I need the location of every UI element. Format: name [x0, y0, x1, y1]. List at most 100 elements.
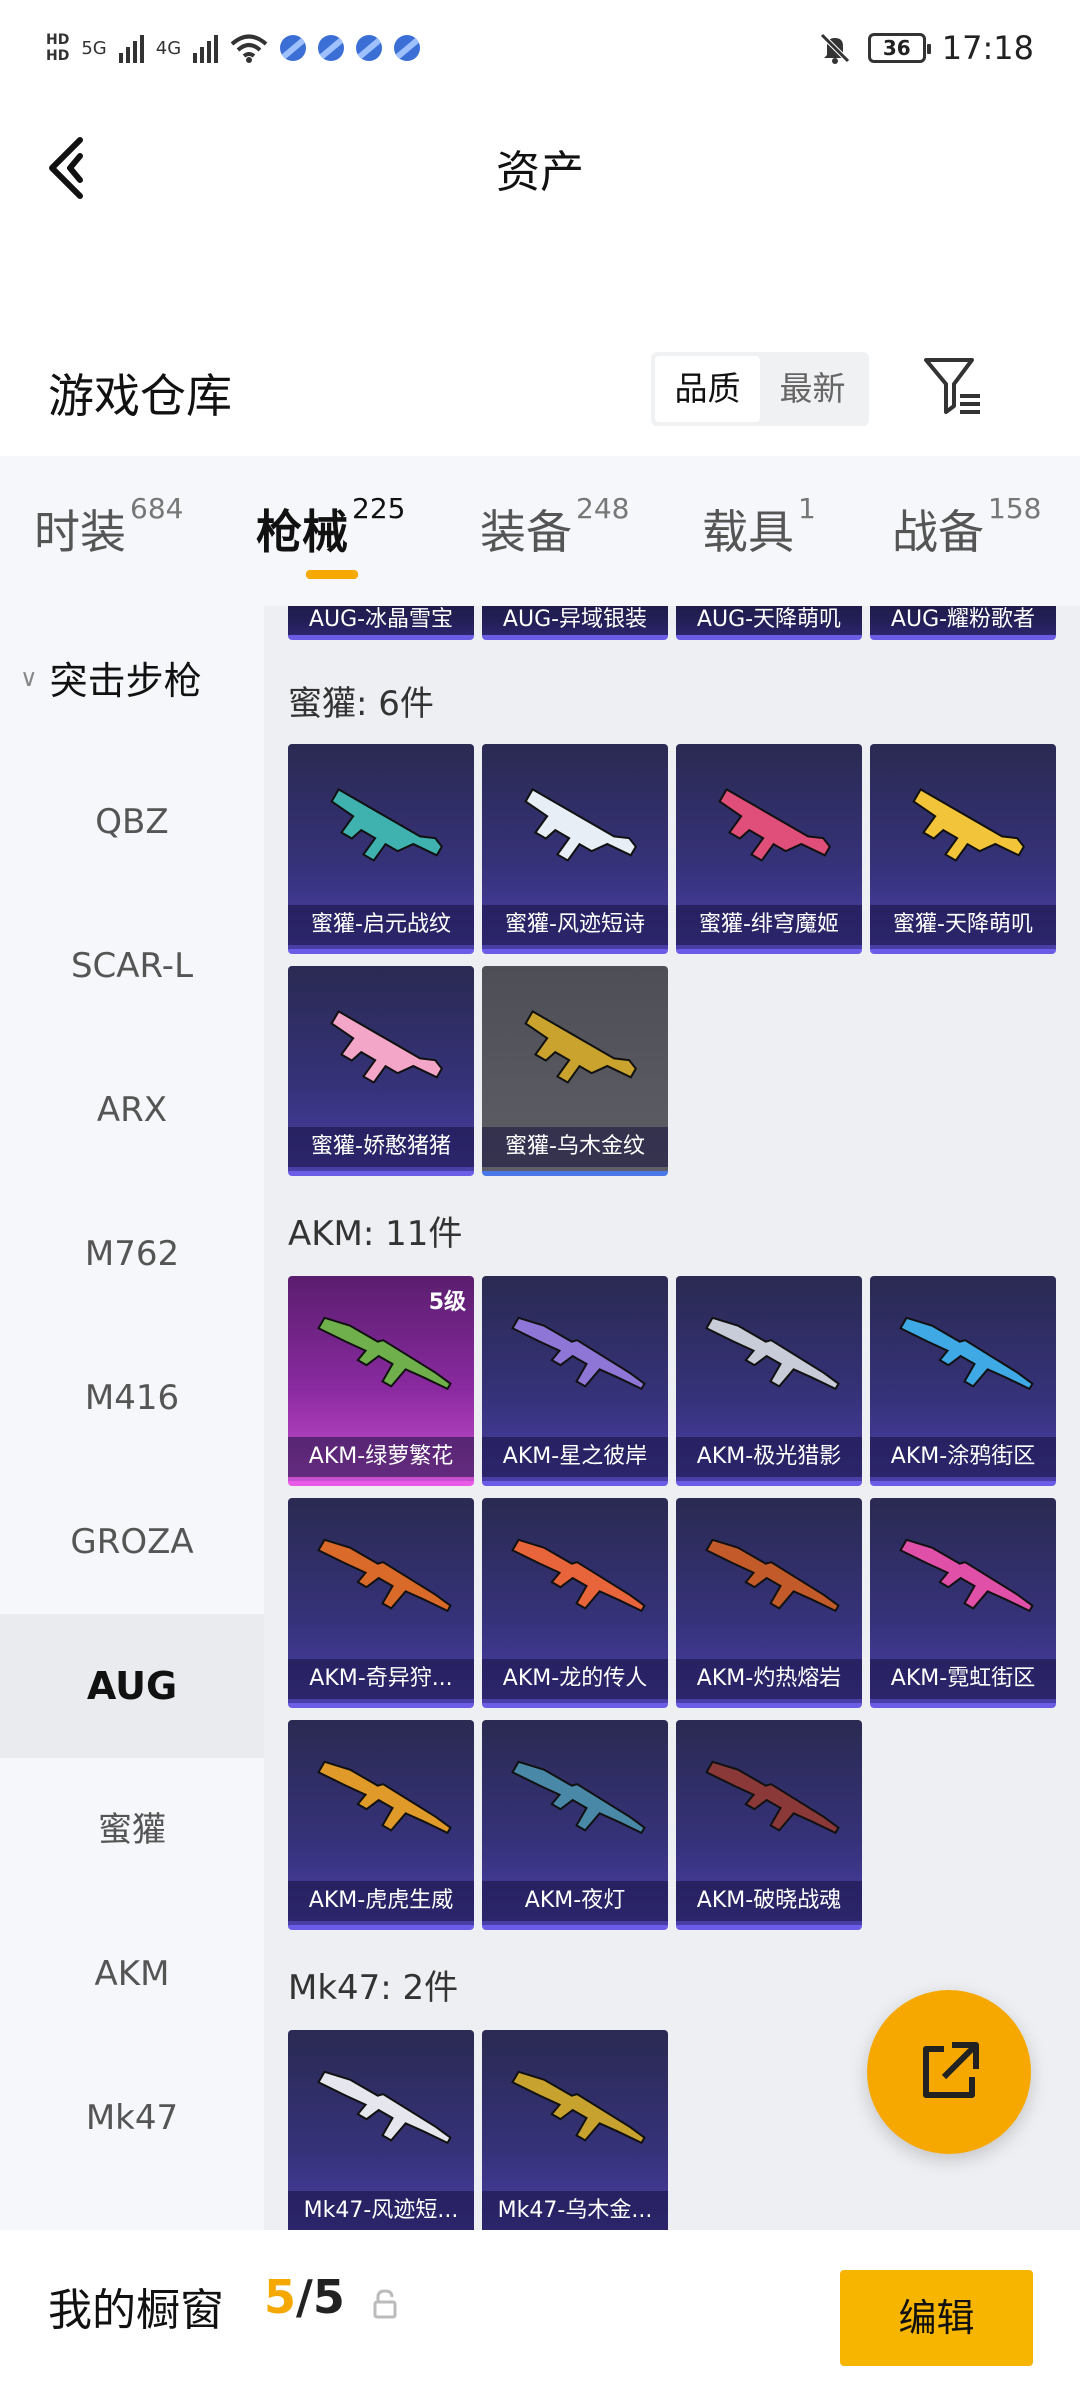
- wifi-icon: [230, 34, 268, 63]
- smg-icon: [330, 788, 444, 862]
- battery-icon: 36: [867, 33, 931, 63]
- skin-card[interactable]: AKM-灼热熔岩: [676, 1498, 862, 1708]
- skin-name: AKM-夜灯: [482, 1881, 668, 1921]
- skin-card[interactable]: AKM-龙的传人: [482, 1498, 668, 1708]
- skin-card[interactable]: AKM-虎虎生威: [288, 1720, 474, 1930]
- lock-icon: [373, 2289, 397, 2319]
- sidebar-item-scar-l[interactable]: SCAR-L: [0, 894, 264, 1038]
- skin-name: 蜜獾-天降萌叽: [870, 905, 1056, 945]
- tab-fashion[interactable]: 时装 684: [34, 492, 183, 562]
- tab-combat-gear[interactable]: 战备 158: [892, 492, 1041, 562]
- skin-card[interactable]: AUG-耀粉歌者: [870, 606, 1056, 640]
- skin-name: AUG-天降萌叽: [676, 606, 862, 635]
- page-title: 资产: [496, 147, 584, 198]
- tab-active-indicator: [306, 570, 358, 579]
- rifle-icon: [511, 1538, 646, 1613]
- showcase-bar: 我的橱窗 5/5 编辑: [0, 2230, 1080, 2400]
- sort-quality-option[interactable]: 品质: [655, 356, 760, 422]
- skin-name: AKM-龙的传人: [482, 1659, 668, 1699]
- share-fab-button[interactable]: [867, 1990, 1031, 2154]
- sort-latest-option[interactable]: 最新: [760, 356, 865, 422]
- rifle-icon: [317, 1538, 452, 1613]
- sidebar-item-mk47[interactable]: Mk47: [0, 2046, 264, 2190]
- skin-name: 蜜獾-风迹短诗: [482, 905, 668, 945]
- group-label-akm: AKM: 11件: [288, 1214, 463, 1254]
- rifle-icon: [317, 2070, 452, 2145]
- skin-card[interactable]: 蜜獾-绯穹魔姬: [676, 744, 862, 954]
- skin-card[interactable]: AUG-异域银装: [482, 606, 668, 640]
- tab-firearms[interactable]: 枪械 225: [256, 492, 405, 562]
- filter-icon[interactable]: [920, 350, 984, 420]
- showcase-label: 我的橱窗: [48, 2285, 224, 2336]
- sidebar-item-m762[interactable]: M762: [0, 1182, 264, 1326]
- mute-bell-icon: [820, 33, 850, 64]
- skin-card[interactable]: Mk47-风迹短...: [288, 2030, 474, 2230]
- skin-name: AKM-极光猎影: [676, 1437, 862, 1477]
- hd-indicator: HD HD: [46, 32, 70, 64]
- rifle-icon: [705, 1316, 840, 1391]
- group-label-mk47: Mk47: 2件: [288, 1968, 459, 2008]
- status-left: HD HD 5G 4G: [46, 32, 421, 64]
- skin-card[interactable]: AUG-冰晶雪宝: [288, 606, 474, 640]
- rifle-icon: [511, 2070, 646, 2145]
- skin-name: AUG-异域银装: [482, 606, 668, 635]
- skin-card[interactable]: AKM-霓虹街区: [870, 1498, 1056, 1708]
- skin-card[interactable]: 蜜獾-天降萌叽: [870, 744, 1056, 954]
- skin-name: AKM-绿萝繁花: [288, 1437, 474, 1477]
- smg-icon: [524, 1010, 638, 1084]
- skin-name: 蜜獾-娇憨猪猪: [288, 1127, 474, 1167]
- sidebar-item-arx[interactable]: ARX: [0, 1038, 264, 1182]
- share-external-icon: [923, 2042, 979, 2098]
- skin-name: 蜜獾-乌木金纹: [482, 1127, 668, 1167]
- warehouse-row: 游戏仓库 品质 最新: [0, 340, 1080, 450]
- rifle-icon: [705, 1538, 840, 1613]
- skin-card[interactable]: AKM-极光猎影: [676, 1276, 862, 1486]
- tab-equipment[interactable]: 装备 248: [480, 492, 629, 562]
- skin-name: AKM-虎虎生威: [288, 1881, 474, 1921]
- app-notification-icon: [318, 35, 345, 61]
- sidebar-item-aug[interactable]: AUG: [0, 1614, 264, 1758]
- skin-card[interactable]: AUG-天降萌叽: [676, 606, 862, 640]
- skin-name: AUG-耀粉歌者: [870, 606, 1056, 635]
- rifle-icon: [511, 1316, 646, 1391]
- skin-card[interactable]: 5级 AKM-绿萝繁花: [288, 1276, 474, 1486]
- rifle-icon: [899, 1316, 1034, 1391]
- sidebar-item-qbz[interactable]: QBZ: [0, 750, 264, 894]
- skin-card[interactable]: 蜜獾-娇憨猪猪: [288, 966, 474, 1176]
- rifle-icon: [317, 1316, 452, 1391]
- skin-name: AKM-霓虹街区: [870, 1659, 1056, 1699]
- category-tabs: 时装 684 枪械 225 装备 248 载具 1 战备 158: [0, 456, 1080, 606]
- status-bar: HD HD 5G 4G 36 17:18: [0, 0, 1080, 96]
- smg-icon: [524, 788, 638, 862]
- skin-card[interactable]: AKM-奇异狩...: [288, 1498, 474, 1708]
- skin-card[interactable]: 蜜獾-乌木金纹: [482, 966, 668, 1176]
- chevron-down-icon: ∨: [20, 663, 38, 692]
- group-label-honey-badger: 蜜獾: 6件: [288, 684, 434, 724]
- skin-card[interactable]: 蜜獾-启元战纹: [288, 744, 474, 954]
- skin-card[interactable]: AKM-夜灯: [482, 1720, 668, 1930]
- sidebar-group-assault-rifles[interactable]: ∨ 突击步枪: [20, 650, 202, 705]
- rifle-icon: [511, 1760, 646, 1835]
- skin-card[interactable]: AKM-破晓战魂: [676, 1720, 862, 1930]
- smg-icon: [718, 788, 832, 862]
- clock: 17:18: [941, 29, 1034, 67]
- sort-toggle: 品质 最新: [651, 352, 869, 426]
- sidebar-item-m416[interactable]: M416: [0, 1326, 264, 1470]
- sidebar-item-groza[interactable]: GROZA: [0, 1470, 264, 1614]
- weapon-grid: AUG-冰晶雪宝 AUG-异域银装 AUG-天降萌叽 AUG-耀粉歌者 蜜獾: …: [264, 606, 1080, 2230]
- skin-card[interactable]: 蜜獾-风迹短诗: [482, 744, 668, 954]
- skin-name: AKM-奇异狩...: [288, 1659, 474, 1699]
- tab-vehicles[interactable]: 载具 1: [702, 492, 816, 562]
- sidebar-item-akm[interactable]: AKM: [0, 1902, 264, 2046]
- skin-card[interactable]: AKM-星之彼岸: [482, 1276, 668, 1486]
- rifle-icon: [899, 1538, 1034, 1613]
- weapon-sidebar: ∨ 突击步枪 QBZ SCAR-L ARX M762 M416 GROZA AU…: [0, 606, 264, 2230]
- skin-name: 蜜獾-启元战纹: [288, 905, 474, 945]
- skin-card[interactable]: Mk47-乌木金...: [482, 2030, 668, 2230]
- edit-button[interactable]: 编辑: [840, 2270, 1033, 2366]
- skin-card[interactable]: AKM-涂鸦街区: [870, 1276, 1056, 1486]
- skin-name: Mk47-乌木金...: [482, 2191, 668, 2230]
- skin-name: 蜜獾-绯穹魔姬: [676, 905, 862, 945]
- sidebar-item-honey-badger[interactable]: 蜜獾: [0, 1758, 264, 1902]
- showcase-count: 5/5: [264, 2270, 345, 2324]
